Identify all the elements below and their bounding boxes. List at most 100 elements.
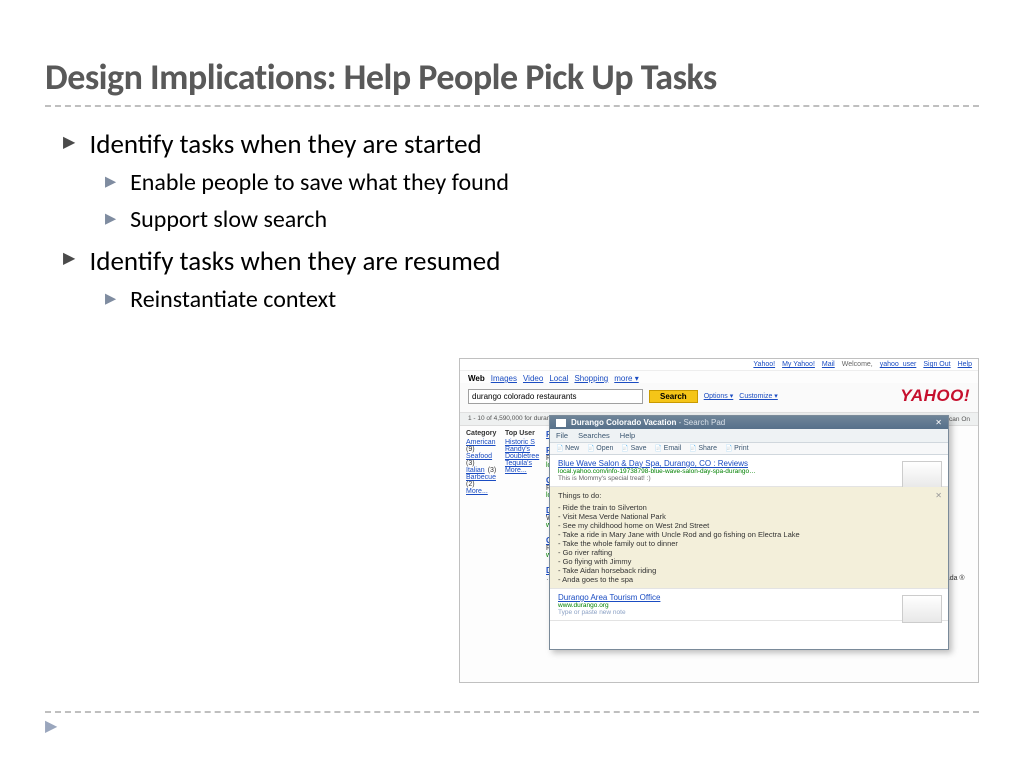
tool-save[interactable]: Save xyxy=(621,445,646,452)
note-list-item: See my childhood home on West 2nd Street xyxy=(558,521,940,530)
category-heading: Category xyxy=(466,430,499,437)
thumbnail xyxy=(902,595,942,623)
tab-shopping[interactable]: Shopping xyxy=(574,374,608,383)
facet-link[interactable]: Barbecue xyxy=(466,474,496,481)
saved-item-url: www.durango.org xyxy=(558,602,940,609)
searchpad-content: Blue Wave Salon & Day Spa, Durango, CO :… xyxy=(550,455,948,649)
topuser-heading: Top User xyxy=(505,430,542,437)
note-list-item: Take the whole family out to dinner xyxy=(558,539,940,548)
bullet-arrow-icon: ▶ xyxy=(105,288,116,309)
facet-count: (3) xyxy=(466,460,475,467)
note-list-item: Ride the train to Silverton xyxy=(558,503,940,512)
bottom-divider xyxy=(45,711,979,713)
searchpad-titlebar[interactable]: Durango Colorado Vacation - Search Pad ✕ xyxy=(550,416,948,429)
search-button[interactable]: Search xyxy=(649,390,698,403)
bullet-list: ▶ Identify tasks when they are started ▶ E… xyxy=(45,125,979,318)
saved-item-title[interactable]: Durango Area Tourism Office xyxy=(558,593,940,602)
tool-share[interactable]: Share xyxy=(689,445,717,452)
saved-item-note: This is Mommy's special treat! :) xyxy=(558,475,940,482)
facet-more[interactable]: More... xyxy=(505,467,527,474)
note-list-item: Take a ride in Mary Jane with Uncle Rod … xyxy=(558,530,940,539)
tab-video[interactable]: Video xyxy=(523,374,543,383)
facet-more[interactable]: More... xyxy=(466,488,488,495)
note-block: ✕ Things to do: Ride the train to Silver… xyxy=(550,487,948,589)
top-link[interactable]: Yahoo! xyxy=(753,361,775,368)
slide: Design Implications: Help People Pick Up… xyxy=(0,0,1024,768)
facet-link[interactable]: Seafood xyxy=(466,453,492,460)
note-placeholder[interactable]: Type or paste new note xyxy=(558,609,940,616)
bullet-arrow-icon: ▶ xyxy=(105,208,116,229)
searchpad-subtitle: - Search Pad xyxy=(676,418,725,427)
bullet-arrow-icon: ▶ xyxy=(105,171,116,192)
options-link[interactable]: Options ▾ xyxy=(704,392,734,400)
note-heading: Things to do: xyxy=(558,491,940,500)
tool-new[interactable]: New xyxy=(556,445,579,452)
note-list-item: Anda goes to the spa xyxy=(558,575,940,584)
bullet-1-text: Identify tasks when they are started xyxy=(89,125,481,164)
facet-link[interactable]: Randy's xyxy=(505,446,530,453)
yahoo-window: Yahoo! My Yahoo! Mail Welcome, yahoo_use… xyxy=(459,358,979,683)
facet-link[interactable]: Doubletree xyxy=(505,453,539,460)
screenshot-figure: Yahoo! My Yahoo! Mail Welcome, yahoo_use… xyxy=(459,358,979,683)
menu-file[interactable]: File xyxy=(556,431,568,440)
tab-more[interactable]: more ▾ xyxy=(614,374,638,383)
tab-web[interactable]: Web xyxy=(468,374,485,383)
bullet-1a-text: Enable people to save what they found xyxy=(130,166,509,201)
top-link[interactable]: Sign Out xyxy=(923,361,950,368)
facet-link[interactable]: Tequila's xyxy=(505,460,532,467)
note-list-item: Visit Mesa Verde National Park xyxy=(558,512,940,521)
bullet-2: ▶ Identify tasks when they are resumed xyxy=(63,242,979,281)
bullet-1b-text: Support slow search xyxy=(130,203,327,238)
yahoo-top-links: Yahoo! My Yahoo! Mail Welcome, yahoo_use… xyxy=(460,359,978,371)
top-link[interactable]: My Yahoo! xyxy=(782,361,815,368)
search-row: Search Options ▾ Customize ▾ YAHOO! xyxy=(460,383,978,413)
search-input[interactable] xyxy=(468,389,643,404)
menu-help[interactable]: Help xyxy=(620,431,635,440)
top-link[interactable]: Help xyxy=(958,361,972,368)
bullet-arrow-icon: ▶ xyxy=(63,247,75,270)
thumbnail xyxy=(902,461,942,489)
top-welcome: Welcome, xyxy=(842,361,873,368)
note-list: Ride the train to SilvertonVisit Mesa Ve… xyxy=(558,503,940,584)
saved-item-url: local.yahoo.com/info-19738798-blue-wave-… xyxy=(558,468,940,475)
facet-count: (3) xyxy=(488,467,497,474)
tab-images[interactable]: Images xyxy=(491,374,517,383)
close-icon[interactable]: ✕ xyxy=(935,418,942,427)
bullet-arrow-icon: ▶ xyxy=(63,131,75,154)
facet-sidebar: Category American(9) Seafood(3) Italian(… xyxy=(460,426,540,593)
tool-email[interactable]: Email xyxy=(655,445,682,452)
top-user[interactable]: yahoo_user xyxy=(880,361,917,368)
tool-open[interactable]: Open xyxy=(587,445,613,452)
bullet-2a-text: Reinstantiate context xyxy=(130,283,336,318)
bullet-1a: ▶ Enable people to save what they found xyxy=(105,166,979,201)
facet-count: (9) xyxy=(466,446,475,453)
facet-link[interactable]: Italian xyxy=(466,467,485,474)
facet-link[interactable]: American xyxy=(466,439,496,446)
tab-local[interactable]: Local xyxy=(549,374,568,383)
menu-searches[interactable]: Searches xyxy=(578,431,610,440)
saved-item: Durango Area Tourism Office www.durango.… xyxy=(550,589,948,621)
note-list-item: Go flying with Jimmy xyxy=(558,557,940,566)
delete-icon[interactable]: ✕ xyxy=(935,491,942,500)
bullet-1: ▶ Identify tasks when they are started xyxy=(63,125,979,164)
yahoo-logo: YAHOO! xyxy=(900,386,970,406)
bullet-1b: ▶ Support slow search xyxy=(105,203,979,238)
searchpad-title: Durango Colorado Vacation xyxy=(571,418,676,427)
bullet-2a: ▶ Reinstantiate context xyxy=(105,283,979,318)
saved-item: Blue Wave Salon & Day Spa, Durango, CO :… xyxy=(550,455,948,487)
tool-print[interactable]: Print xyxy=(725,445,749,452)
facet-link[interactable]: Historic S xyxy=(505,439,535,446)
saved-item-title[interactable]: Blue Wave Salon & Day Spa, Durango, CO :… xyxy=(558,459,940,468)
customize-link[interactable]: Customize ▾ xyxy=(739,392,778,400)
top-link[interactable]: Mail xyxy=(822,361,835,368)
searchpad-window[interactable]: Durango Colorado Vacation - Search Pad ✕… xyxy=(549,415,949,650)
note-list-item: Go river rafting xyxy=(558,548,940,557)
note-list-item: Take Aidan horseback riding xyxy=(558,566,940,575)
search-tabs: Web Images Video Local Shopping more ▾ xyxy=(460,371,978,383)
searchpad-toolbar: New Open Save Email Share Print xyxy=(550,443,948,455)
facet-count: (2) xyxy=(466,481,475,488)
bullet-2-text: Identify tasks when they are resumed xyxy=(89,242,500,281)
searchpad-icon xyxy=(556,419,566,427)
slide-title: Design Implications: Help People Pick Up… xyxy=(45,55,979,99)
searchpad-menubar: File Searches Help xyxy=(550,429,948,443)
